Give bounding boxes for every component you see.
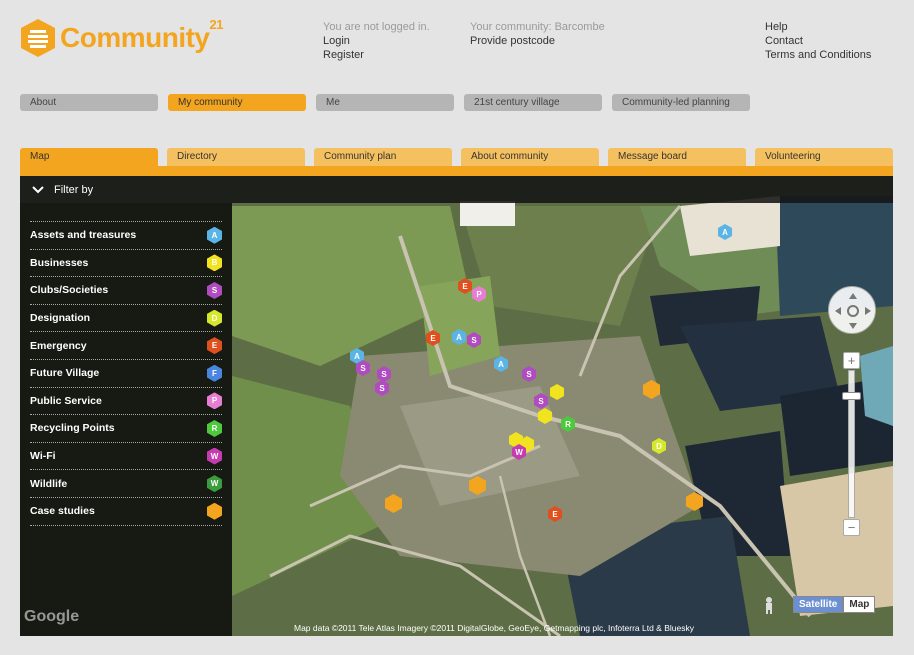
provide-postcode-link[interactable]: Provide postcode: [470, 34, 605, 48]
filter-item[interactable]: Emergency E: [30, 332, 222, 360]
zoom-in-button[interactable]: +: [843, 352, 860, 369]
contact-link[interactable]: Contact: [765, 34, 871, 48]
tab-bar: Map Directory Community plan About commu…: [20, 148, 893, 166]
nav-me[interactable]: Me: [316, 94, 454, 111]
filter-item[interactable]: Designation D: [30, 305, 222, 333]
filter-sidebar: Assets and treasures A Businesses B Clubs/So…: [20, 203, 232, 636]
login-status: You are not logged in.: [323, 21, 430, 33]
tab-community-plan[interactable]: Community plan: [314, 148, 452, 166]
filter-item[interactable]: Wi-Fi W: [30, 443, 222, 471]
filter-item[interactable]: Assets and treasures A: [30, 222, 222, 250]
nav-my-community[interactable]: My community: [168, 94, 306, 111]
category-hex-icon: S: [207, 281, 222, 299]
filter-item-label: Case studies: [30, 505, 95, 518]
terms-link[interactable]: Terms and Conditions: [765, 48, 871, 62]
filter-item-label: Clubs/Societies: [30, 284, 109, 297]
filter-item-label: Emergency: [30, 339, 87, 352]
tab-message-board[interactable]: Message board: [608, 148, 746, 166]
filter-item[interactable]: Clubs/Societies S: [30, 277, 222, 305]
logo-text: Community21: [60, 16, 223, 53]
pan-control[interactable]: [828, 286, 876, 334]
filter-item[interactable]: Wildlife W: [30, 470, 222, 498]
map-button[interactable]: Map: [843, 596, 876, 613]
filter-item-label: Wildlife: [30, 477, 68, 490]
filter-item-label: Wi-Fi: [30, 450, 56, 463]
category-hex-icon: A: [207, 226, 222, 244]
chevron-down-icon: [32, 185, 44, 193]
satellite-button[interactable]: Satellite: [793, 596, 844, 613]
zoom-slider-handle[interactable]: [842, 392, 861, 400]
top-nav: About My community Me 21st century villa…: [20, 94, 750, 111]
community-info: Your community: Barcombe Provide postcod…: [470, 20, 605, 48]
tab-volunteering[interactable]: Volunteering: [755, 148, 893, 166]
pan-arrows-icon: [835, 293, 871, 329]
nav-about[interactable]: About: [20, 94, 158, 111]
login-link[interactable]: Login: [323, 34, 430, 48]
category-hex-icon: [207, 502, 222, 520]
category-hex-icon: W: [207, 475, 222, 493]
filter-item-label: Public Service: [30, 394, 102, 407]
filter-item-label: Businesses: [30, 256, 89, 269]
filter-item[interactable]: Recycling Points R: [30, 415, 222, 443]
filter-item-label: Assets and treasures: [30, 229, 137, 242]
help-links: Help Contact Terms and Conditions: [765, 20, 871, 62]
filter-item[interactable]: Public Service P: [30, 388, 222, 416]
tab-directory[interactable]: Directory: [167, 148, 305, 166]
logo-hive-icon: [21, 19, 55, 57]
category-hex-icon: B: [207, 254, 222, 272]
help-link[interactable]: Help: [765, 20, 871, 34]
map-attribution: Map data ©2011 Tele Atlas Imagery ©2011 …: [294, 623, 694, 633]
filter-list: Assets and treasures A Businesses B Clubs/So…: [30, 222, 222, 526]
google-logo: Google: [24, 608, 80, 625]
filter-item-label: Future Village: [30, 367, 100, 380]
filter-item-label: Recycling Points: [30, 422, 115, 435]
category-hex-icon: F: [207, 364, 222, 382]
zoom-out-button[interactable]: −: [843, 519, 860, 536]
nav-21st-century-village[interactable]: 21st century village: [464, 94, 602, 111]
register-link[interactable]: Register: [323, 48, 430, 62]
filter-item-label: Designation: [30, 312, 91, 325]
category-hex-icon: P: [207, 392, 222, 410]
tab-underline: [20, 166, 893, 176]
filter-title: Filter by: [54, 183, 94, 196]
logo[interactable]: Community21: [20, 16, 223, 58]
nav-community-led-planning[interactable]: Community-led planning: [612, 94, 750, 111]
category-hex-icon: D: [207, 309, 222, 327]
account-links: You are not logged in. Login Register: [323, 20, 430, 62]
map-type-control: Satellite Map: [793, 596, 876, 613]
community-status: Your community: Barcombe: [470, 21, 605, 33]
filter-item[interactable]: Case studies: [30, 498, 222, 526]
filter-item[interactable]: Businesses B: [30, 250, 222, 278]
tab-map[interactable]: Map: [20, 148, 158, 166]
category-hex-icon: E: [207, 337, 222, 355]
map-view[interactable]: Filter by Assets and treasures A Businesse…: [20, 176, 893, 636]
category-hex-icon: R: [207, 419, 222, 437]
tab-about-community[interactable]: About community: [461, 148, 599, 166]
filter-bar[interactable]: Filter by: [20, 176, 893, 203]
filter-item[interactable]: Future Village F: [30, 360, 222, 388]
street-view-pegman-icon[interactable]: [762, 596, 776, 614]
category-hex-icon: W: [207, 447, 222, 465]
